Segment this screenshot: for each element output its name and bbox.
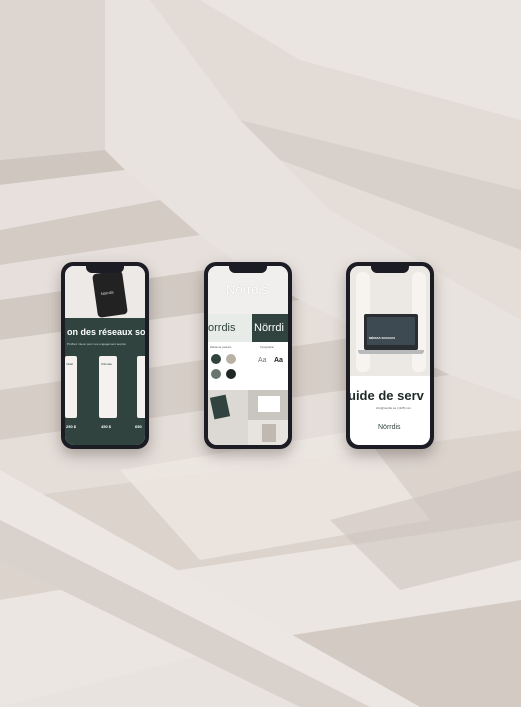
color-swatch — [226, 369, 236, 379]
laptop-base — [358, 350, 424, 354]
color-swatch — [226, 354, 236, 364]
phone-photo-brand: Nörrdis — [100, 289, 114, 297]
plan-price: 250 $ — [66, 424, 77, 429]
brand-header: Nörrdis — [208, 266, 288, 314]
phone-notch — [371, 266, 409, 273]
pricing-subline: Profitez mieux pour vos engagement auprè… — [67, 342, 126, 346]
brand-wordmark: Nörrdis — [378, 424, 401, 431]
logo-dark-tile: Nörrdi — [252, 314, 288, 342]
typography-label: Typographie — [260, 346, 274, 349]
plan-price: 450 $ — [101, 424, 112, 429]
plan-card — [137, 356, 145, 418]
phone-screen: MÉDIAS SOCIAUX uide de serv info@nordis.… — [350, 266, 430, 445]
pricing-section: on des réseaux so Profitez mieux pour vo… — [65, 318, 145, 445]
color-swatch — [211, 354, 221, 364]
color-swatch — [211, 369, 221, 379]
laptop-caption: MÉDIAS SOCIAUX — [369, 336, 396, 340]
contact-line: info@nordis.ca | (225) xxx — [376, 406, 411, 410]
palette-label: Palette de couleurs — [210, 346, 232, 349]
plan-card: Ultimate — [99, 356, 117, 418]
phone-screen: Nörrdis on des réseaux so Profitez mieux… — [65, 266, 145, 445]
type-sample-light: Aa — [258, 357, 267, 364]
pricing-headline: on des réseaux so — [67, 327, 145, 337]
phone-notch — [86, 266, 124, 273]
plan-card: Initial — [65, 356, 77, 418]
type-sample-bold: Aa — [274, 357, 283, 364]
phone-notch — [229, 266, 267, 273]
phone-mockup-brand-guide: Nörrdis orrdis Nörrdi Palette de couleur… — [204, 262, 292, 449]
laptop: MÉDIAS SOCIAUX — [364, 314, 418, 350]
phone-screen: Nörrdis orrdis Nörrdi Palette de couleur… — [208, 266, 288, 445]
photo-grid-tile — [248, 390, 288, 420]
hero-photo: Nörrdis — [65, 266, 145, 318]
photo-grid-tile — [208, 390, 248, 445]
phone-mockup-service-guide: MÉDIAS SOCIAUX uide de serv info@nordis.… — [346, 262, 434, 449]
hero-photo: MÉDIAS SOCIAUX — [350, 266, 430, 376]
staircase-mockup-scene: Nörrdis on des réseaux so Profitez mieux… — [0, 0, 521, 707]
service-guide-headline: uide de serv — [350, 388, 424, 403]
brand-wordmark: Nörrdis — [226, 282, 268, 297]
phone-mockup-pricing: Nörrdis on des réseaux so Profitez mieux… — [61, 262, 149, 449]
laptop-screen: MÉDIAS SOCIAUX — [367, 317, 415, 345]
plan-price: 650 — [135, 424, 142, 429]
photo-grid-tile — [248, 420, 288, 445]
logo-light-tile: orrdis — [208, 314, 252, 342]
phone-in-photo: Nörrdis — [92, 270, 128, 318]
